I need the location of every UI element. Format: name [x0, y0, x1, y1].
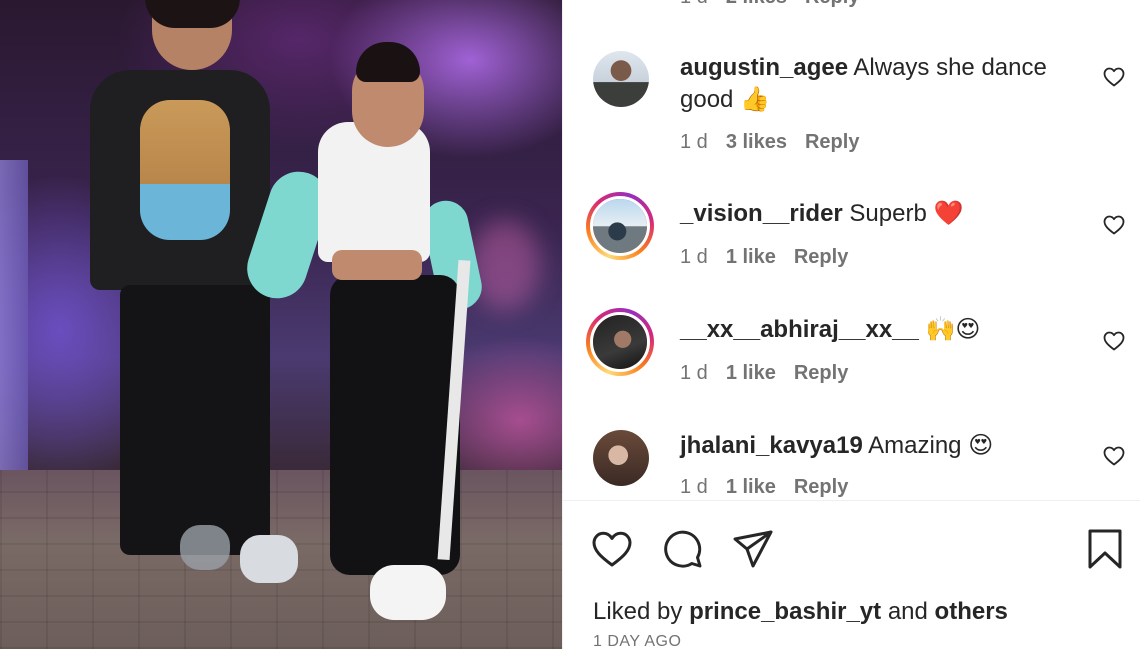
heart-icon[interactable]: [590, 527, 634, 571]
comment-username[interactable]: jhalani_kavya19: [680, 432, 863, 459]
reply-button[interactable]: Reply: [794, 362, 848, 385]
comment-text: augustin_agee Always she dance good 👍: [680, 52, 1090, 116]
comment-meta: 1 d 1 like Reply: [680, 246, 848, 269]
comment-age: 1 d: [680, 476, 708, 498]
comment-body: Amazing: [868, 432, 962, 459]
comment-icon[interactable]: [661, 527, 705, 571]
liked-by-user-link[interactable]: prince_bashir_yt: [689, 598, 881, 625]
comment-likes-link[interactable]: 2 likes: [726, 0, 787, 9]
likes-summary: Liked by prince_bashir_yt and others: [593, 598, 1008, 626]
likes-others-link[interactable]: others: [935, 598, 1008, 625]
comment-username[interactable]: augustin_agee: [680, 54, 848, 81]
red-heart-emoji: ❤️: [933, 199, 964, 227]
avatar-story-ring[interactable]: [586, 192, 654, 260]
reply-button[interactable]: Reply: [805, 131, 859, 154]
avatar[interactable]: [593, 430, 649, 486]
bookmark-icon[interactable]: [1083, 527, 1127, 571]
comment-username[interactable]: _vision__rider: [680, 200, 843, 227]
comments-list[interactable]: 1 d 2 likes Reply augustin_agee Always s…: [563, 0, 1140, 500]
likes-prefix: Liked by: [593, 598, 683, 625]
comments-panel: 1 d 2 likes Reply augustin_agee Always s…: [562, 0, 1140, 649]
comment-like-heart-icon[interactable]: [1102, 213, 1126, 237]
dancer-right-hair: [356, 42, 420, 82]
comment-like-heart-icon[interactable]: [1102, 65, 1126, 89]
comment-like-heart-icon[interactable]: [1102, 329, 1126, 353]
background-pillar: [0, 160, 28, 480]
likes-and: and: [887, 598, 928, 625]
reply-button[interactable]: Reply: [794, 476, 848, 499]
comment-meta: 1 d 1 like Reply: [680, 476, 848, 499]
comment-body: Superb: [849, 200, 927, 227]
post-actions: Liked by prince_bashir_yt and others 1 D…: [563, 500, 1140, 649]
avatar-story-ring[interactable]: [586, 308, 654, 376]
comment-likes-link[interactable]: 3 likes: [726, 131, 787, 154]
thumbs-up-emoji: 👍: [740, 85, 770, 113]
comment-meta: 1 d 1 like Reply: [680, 362, 848, 385]
comment-text: __xx__abhiraj__xx__ 🙌😍: [680, 314, 1090, 346]
comment-like-heart-icon[interactable]: [1102, 444, 1126, 468]
comment-text: _vision__rider Superb ❤️: [680, 198, 1090, 230]
post-media[interactable]: [0, 0, 562, 649]
comment-age: 1 d: [680, 0, 708, 9]
comment-age: 1 d: [680, 362, 708, 384]
raising-hands-heart-eyes-emoji: 🙌😍: [925, 315, 981, 343]
avatar[interactable]: [593, 51, 649, 107]
dancer-left-shoe: [180, 525, 230, 570]
reply-button[interactable]: Reply: [805, 0, 859, 9]
comment-meta: 1 d 3 likes Reply: [680, 131, 859, 154]
dancer-left-shoe: [240, 535, 298, 583]
dancer-left-pants: [120, 285, 270, 555]
comment-likes-link[interactable]: 1 like: [726, 246, 776, 269]
share-icon[interactable]: [731, 527, 775, 571]
comment-age: 1 d: [680, 131, 708, 153]
dancer-right-shoe: [370, 565, 446, 620]
comment-meta: 1 d 2 likes Reply: [680, 0, 859, 9]
dancer-right-midriff: [332, 250, 422, 280]
post-timestamp[interactable]: 1 DAY AGO: [593, 633, 681, 649]
comment-text: jhalani_kavya19 Amazing 😍: [680, 430, 1090, 462]
comment-age: 1 d: [680, 246, 708, 268]
dancer-left-shirt-print: [140, 100, 230, 240]
background-light: [470, 220, 540, 310]
avatar: [593, 199, 647, 253]
comment-username[interactable]: __xx__abhiraj__xx__: [680, 316, 919, 343]
avatar: [593, 315, 647, 369]
reply-button[interactable]: Reply: [794, 246, 848, 269]
comment-likes-link[interactable]: 1 like: [726, 476, 776, 499]
comment-likes-link[interactable]: 1 like: [726, 362, 776, 385]
heart-eyes-emoji: 😍: [968, 431, 994, 459]
